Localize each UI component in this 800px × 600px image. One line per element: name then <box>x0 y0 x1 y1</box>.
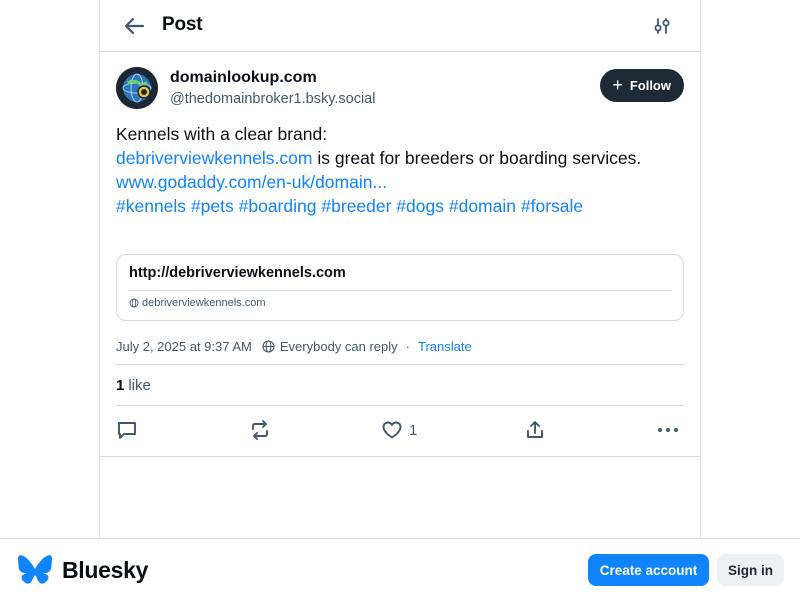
post-thread-column: Post domainlookup.com @thedomainbroker1.… <box>99 0 701 600</box>
like-button[interactable]: 1 <box>381 415 417 445</box>
brand[interactable]: Bluesky <box>18 555 148 585</box>
butterfly-logo-icon <box>18 555 52 584</box>
link-preview-card[interactable]: http://debriverviewkennels.com debriverv… <box>116 254 684 321</box>
sign-in-button[interactable]: Sign in <box>717 554 784 586</box>
arrow-left-icon <box>124 17 145 35</box>
share-button[interactable] <box>524 415 546 445</box>
card-domain-text: debriverviewkennels.com <box>142 297 266 309</box>
separator-dot: · <box>405 338 410 354</box>
hashtag-link[interactable]: #domain <box>449 196 516 216</box>
hashtag-link[interactable]: #breeder <box>321 196 391 216</box>
post-text: Kennels with a clear brand: debriverview… <box>116 122 684 218</box>
comment-icon <box>118 422 136 439</box>
page-header: Post <box>100 0 700 52</box>
divider <box>129 290 671 291</box>
reply-setting-label: Everybody can reply <box>279 338 398 354</box>
post-link[interactable]: www.godaddy.com/en-uk/domain... <box>116 172 387 192</box>
likes-summary[interactable]: 1 like <box>116 364 684 406</box>
hashtag-link[interactable]: #dogs <box>396 196 444 216</box>
repost-button[interactable] <box>249 415 271 445</box>
like-count: 1 <box>409 421 418 439</box>
globe-icon <box>262 339 275 353</box>
post-line: debriverviewkennels.com is great for bre… <box>116 146 684 170</box>
post-text-segment: is great for breeders or boarding servic… <box>312 148 642 168</box>
plus-icon: + <box>612 74 623 95</box>
brand-name: Bluesky <box>62 556 149 583</box>
likes-label: like <box>128 376 151 394</box>
hashtag-link[interactable]: #pets <box>191 196 234 216</box>
reply-setting[interactable]: Everybody can reply <box>262 339 398 354</box>
thread-settings-button[interactable] <box>650 14 674 38</box>
sliders-icon <box>654 18 670 34</box>
globe-avatar-icon <box>116 67 158 109</box>
hashtag-row: #kennels #pets #boarding #breeder #dogs … <box>116 194 684 218</box>
reply-button[interactable] <box>116 415 138 445</box>
heart-icon <box>382 421 402 439</box>
divider <box>100 456 700 457</box>
back-button[interactable] <box>120 13 148 39</box>
repost-icon <box>252 420 268 440</box>
logged-out-footer: Bluesky Create account Sign in <box>0 538 800 600</box>
follow-label: Follow <box>629 78 671 93</box>
follow-button[interactable]: + Follow <box>600 69 684 102</box>
hashtag-link[interactable]: #kennels <box>116 196 186 216</box>
create-account-button[interactable]: Create account <box>588 554 709 586</box>
post-actions: 1 <box>116 415 684 445</box>
post-line: Kennels with a clear brand: <box>116 124 328 144</box>
post-timestamp[interactable]: July 2, 2025 at 9:37 AM <box>116 339 252 354</box>
globe-icon <box>129 298 139 308</box>
ellipsis-icon <box>658 428 678 432</box>
more-options-button[interactable] <box>656 415 680 445</box>
author-handle[interactable]: @thedomainbroker1.bsky.social <box>170 91 375 107</box>
author-display-name[interactable]: domainlookup.com <box>170 69 317 87</box>
share-icon <box>527 421 543 438</box>
avatar[interactable] <box>116 67 158 109</box>
post-link[interactable]: debriverviewkennels.com <box>116 148 312 168</box>
page-title: Post <box>162 14 203 35</box>
post-author: domainlookup.com @thedomainbroker1.bsky.… <box>116 67 684 111</box>
hashtag-link[interactable]: #forsale <box>521 196 583 216</box>
translate-link[interactable]: Translate <box>418 339 472 354</box>
likes-count: 1 <box>116 376 125 394</box>
post-meta: July 2, 2025 at 9:37 AM Everybody can re… <box>116 336 684 356</box>
card-domain: debriverviewkennels.com <box>129 297 266 309</box>
card-url: http://debriverviewkennels.com <box>129 265 346 281</box>
hashtag-link[interactable]: #boarding <box>239 196 317 216</box>
